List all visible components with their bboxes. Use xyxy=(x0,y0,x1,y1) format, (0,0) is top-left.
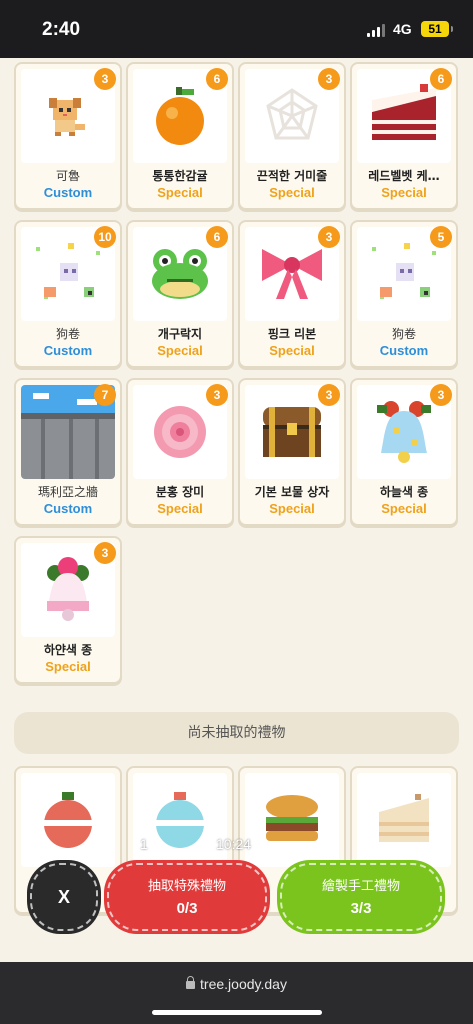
section-title: 尚未抽取的禮物 xyxy=(14,712,459,754)
gift-card[interactable]: 6 통통한감귤 Special xyxy=(126,62,234,210)
gift-collection: 3 可魯 Custom 6 통통한감귤 Special 3 끈적한 거미줄 Special 6 레드… xyxy=(0,58,473,962)
owned-gifts-grid: 3 可魯 Custom 6 통통한감귤 Special 3 끈적한 거미줄 Special 6 레드… xyxy=(14,62,460,684)
close-icon: X xyxy=(57,887,70,907)
gift-name: 瑪利亞之牆 xyxy=(37,485,98,499)
draw-special-gift-button[interactable]: 抽取特殊禮物 0/3 xyxy=(107,863,267,931)
gift-name: 하얀색 종 xyxy=(43,643,93,657)
overlay-text-right: 10:24 xyxy=(216,836,252,852)
draw-special-count: 0/3 xyxy=(176,900,198,917)
network-type: 4G xyxy=(393,21,412,37)
gift-type: Special xyxy=(45,659,91,674)
gift-name: 통통한감귤 xyxy=(152,169,208,183)
gift-card[interactable]: 5 狗卷 Custom xyxy=(350,220,458,368)
gift-type: Custom xyxy=(43,501,93,516)
blue-ornament-icon xyxy=(133,773,227,867)
gift-name: 끈적한 거미줄 xyxy=(256,169,328,183)
gift-card[interactable]: 3 可魯 Custom xyxy=(14,62,122,210)
gift-card[interactable]: 10 狗卷 Custom xyxy=(14,220,122,368)
browser-url-bar[interactable]: tree.joody.day xyxy=(0,962,473,1024)
gift-count-badge: 6 xyxy=(430,68,452,90)
gift-card[interactable]: 3 분홍 장미 Special xyxy=(126,378,234,526)
lock-icon xyxy=(186,976,196,989)
gift-type: Custom xyxy=(43,343,93,358)
gift-count-badge: 3 xyxy=(318,68,340,90)
gift-type: Special xyxy=(157,501,203,516)
gift-type: Custom xyxy=(379,343,429,358)
make-custom-label: 繪製手工禮物 xyxy=(321,879,400,894)
gift-type: Special xyxy=(157,343,203,358)
close-button[interactable]: X xyxy=(30,863,98,931)
overlay-text-left: 1 xyxy=(140,836,148,852)
battery-icon: 51 xyxy=(421,21,453,37)
gift-name: 하늘색 종 xyxy=(379,485,429,499)
gift-count-badge: 6 xyxy=(206,68,228,90)
signal-icon xyxy=(367,23,387,37)
gift-type: Special xyxy=(269,185,315,200)
gift-card[interactable]: 6 개구락지 Special xyxy=(126,220,234,368)
gift-card[interactable]: 3 끈적한 거미줄 Special xyxy=(238,62,346,210)
gift-count-badge: 3 xyxy=(430,384,452,406)
gift-type: Special xyxy=(269,501,315,516)
gift-name: 핑크 리본 xyxy=(267,327,317,341)
gift-name: 狗卷 xyxy=(55,327,80,341)
gift-count-badge: 5 xyxy=(430,226,452,248)
gift-name: 狗卷 xyxy=(391,327,416,341)
status-bar: 2:40 4G 51 xyxy=(0,0,473,58)
gift-name: 개구락지 xyxy=(157,327,203,341)
gift-type: Custom xyxy=(43,185,93,200)
burger-icon xyxy=(245,773,339,867)
gift-count-badge: 3 xyxy=(318,384,340,406)
status-time: 2:40 xyxy=(42,19,81,40)
gift-type: Special xyxy=(381,501,427,516)
gift-card[interactable]: 3 하늘색 종 Special xyxy=(350,378,458,526)
gift-name: 레드벨벳 케… xyxy=(368,169,440,183)
draw-special-label: 抽取特殊禮物 xyxy=(147,879,226,894)
gift-count-badge: 3 xyxy=(206,384,228,406)
gift-count-badge: 3 xyxy=(94,542,116,564)
gift-type: Special xyxy=(269,343,315,358)
gift-name: 可魯 xyxy=(55,169,80,183)
gift-count-badge: 10 xyxy=(94,226,116,248)
gift-card[interactable]: 3 핑크 리본 Special xyxy=(238,220,346,368)
url-text: tree.joody.day xyxy=(200,976,287,992)
gift-name: 기본 보물 상자 xyxy=(254,485,330,499)
gift-type: Special xyxy=(381,185,427,200)
gift-card[interactable]: 3 하얀색 종 Special xyxy=(14,536,122,684)
gift-count-badge: 3 xyxy=(94,68,116,90)
red-ornament-icon xyxy=(21,773,115,867)
gift-count-badge: 6 xyxy=(206,226,228,248)
gift-card[interactable]: 7 瑪利亞之牆 Custom xyxy=(14,378,122,526)
gift-count-badge: 3 xyxy=(318,226,340,248)
gift-card[interactable]: 6 레드벨벳 케… Special xyxy=(350,62,458,210)
gift-card[interactable]: 3 기본 보물 상자 Special xyxy=(238,378,346,526)
gift-type: Special xyxy=(157,185,203,200)
home-indicator[interactable] xyxy=(152,1010,322,1015)
gift-name: 분홍 장미 xyxy=(155,485,205,499)
make-custom-gift-button[interactable]: 繪製手工禮物 3/3 xyxy=(280,863,442,931)
gift-count-badge: 7 xyxy=(94,384,116,406)
cake-slice-icon xyxy=(357,773,451,867)
make-custom-count: 3/3 xyxy=(350,900,372,917)
